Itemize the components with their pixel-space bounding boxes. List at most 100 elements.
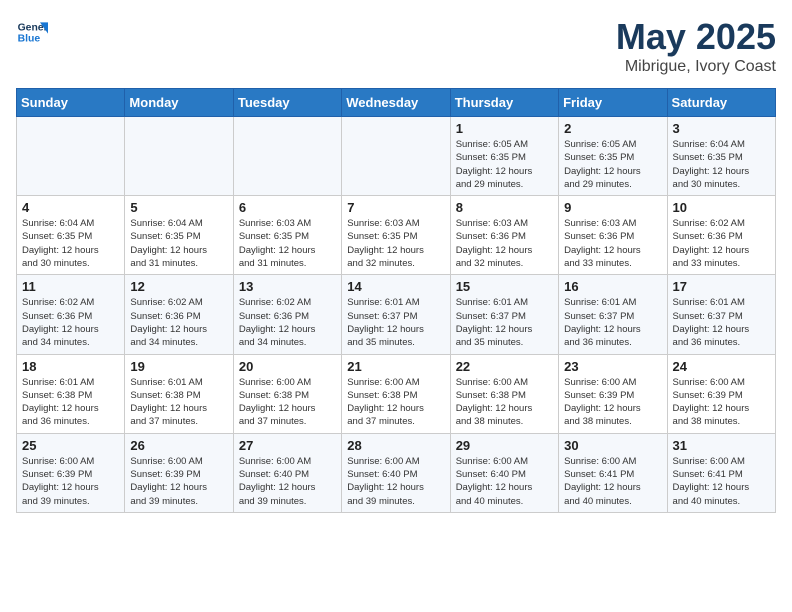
- day-info: Sunrise: 6:00 AM Sunset: 6:38 PM Dayligh…: [456, 376, 553, 429]
- calendar-cell: [342, 117, 450, 196]
- calendar-cell: 11 Sunrise: 6:02 AM Sunset: 6:36 PM Dayli…: [17, 275, 125, 354]
- calendar-cell: 17 Sunrise: 6:01 AM Sunset: 6:37 PM Dayli…: [667, 275, 775, 354]
- calendar-week-3: 11 Sunrise: 6:02 AM Sunset: 6:36 PM Dayli…: [17, 275, 776, 354]
- day-info: Sunrise: 6:02 AM Sunset: 6:36 PM Dayligh…: [22, 296, 119, 349]
- calendar-cell: [17, 117, 125, 196]
- day-number: 20: [239, 359, 336, 374]
- day-info: Sunrise: 6:01 AM Sunset: 6:38 PM Dayligh…: [130, 376, 227, 429]
- day-number: 19: [130, 359, 227, 374]
- calendar-cell: 4 Sunrise: 6:04 AM Sunset: 6:35 PM Daylig…: [17, 196, 125, 275]
- month-title: May 2025: [616, 16, 776, 58]
- day-info: Sunrise: 6:00 AM Sunset: 6:40 PM Dayligh…: [239, 455, 336, 508]
- calendar-week-5: 25 Sunrise: 6:00 AM Sunset: 6:39 PM Dayli…: [17, 433, 776, 512]
- day-info: Sunrise: 6:00 AM Sunset: 6:39 PM Dayligh…: [130, 455, 227, 508]
- weekday-header-monday: Monday: [125, 89, 233, 117]
- calendar-cell: [125, 117, 233, 196]
- weekday-header-wednesday: Wednesday: [342, 89, 450, 117]
- weekday-header-friday: Friday: [559, 89, 667, 117]
- calendar-cell: 1 Sunrise: 6:05 AM Sunset: 6:35 PM Daylig…: [450, 117, 558, 196]
- day-number: 6: [239, 200, 336, 215]
- calendar-cell: 22 Sunrise: 6:00 AM Sunset: 6:38 PM Dayli…: [450, 354, 558, 433]
- day-number: 22: [456, 359, 553, 374]
- day-info: Sunrise: 6:05 AM Sunset: 6:35 PM Dayligh…: [564, 138, 661, 191]
- day-number: 14: [347, 279, 444, 294]
- day-number: 18: [22, 359, 119, 374]
- title-block: May 2025 Mibrigue, Ivory Coast: [616, 16, 776, 76]
- day-number: 1: [456, 121, 553, 136]
- logo-icon: General Blue: [16, 16, 48, 48]
- calendar-cell: 21Sunrise: 6:00 AM Sunset: 6:38 PM Dayli…: [342, 354, 450, 433]
- calendar-cell: 2Sunrise: 6:05 AM Sunset: 6:35 PM Daylig…: [559, 117, 667, 196]
- day-number: 3: [673, 121, 770, 136]
- day-info: Sunrise: 6:05 AM Sunset: 6:35 PM Dayligh…: [456, 138, 553, 191]
- day-number: 13: [239, 279, 336, 294]
- day-info: Sunrise: 6:03 AM Sunset: 6:36 PM Dayligh…: [456, 217, 553, 270]
- calendar-cell: 29Sunrise: 6:00 AM Sunset: 6:40 PM Dayli…: [450, 433, 558, 512]
- calendar-cell: 15Sunrise: 6:01 AM Sunset: 6:37 PM Dayli…: [450, 275, 558, 354]
- day-number: 21: [347, 359, 444, 374]
- calendar-week-1: 1 Sunrise: 6:05 AM Sunset: 6:35 PM Daylig…: [17, 117, 776, 196]
- calendar-cell: 25 Sunrise: 6:00 AM Sunset: 6:39 PM Dayli…: [17, 433, 125, 512]
- day-info: Sunrise: 6:01 AM Sunset: 6:37 PM Dayligh…: [673, 296, 770, 349]
- calendar-cell: 14Sunrise: 6:01 AM Sunset: 6:37 PM Dayli…: [342, 275, 450, 354]
- calendar-week-4: 18 Sunrise: 6:01 AM Sunset: 6:38 PM Dayli…: [17, 354, 776, 433]
- calendar-cell: 18 Sunrise: 6:01 AM Sunset: 6:38 PM Dayli…: [17, 354, 125, 433]
- day-info: Sunrise: 6:04 AM Sunset: 6:35 PM Dayligh…: [22, 217, 119, 270]
- calendar-header-row: SundayMondayTuesdayWednesdayThursdayFrid…: [17, 89, 776, 117]
- calendar-cell: 31Sunrise: 6:00 AM Sunset: 6:41 PM Dayli…: [667, 433, 775, 512]
- day-number: 9: [564, 200, 661, 215]
- day-info: Sunrise: 6:03 AM Sunset: 6:35 PM Dayligh…: [239, 217, 336, 270]
- calendar-cell: 26 Sunrise: 6:00 AM Sunset: 6:39 PM Dayli…: [125, 433, 233, 512]
- logo: General Blue: [16, 16, 48, 48]
- calendar-cell: 9Sunrise: 6:03 AM Sunset: 6:36 PM Daylig…: [559, 196, 667, 275]
- weekday-header-sunday: Sunday: [17, 89, 125, 117]
- calendar-cell: 23 Sunrise: 6:00 AM Sunset: 6:39 PM Dayli…: [559, 354, 667, 433]
- day-info: Sunrise: 6:04 AM Sunset: 6:35 PM Dayligh…: [673, 138, 770, 191]
- day-info: Sunrise: 6:00 AM Sunset: 6:39 PM Dayligh…: [564, 376, 661, 429]
- calendar-cell: 3 Sunrise: 6:04 AM Sunset: 6:35 PM Daylig…: [667, 117, 775, 196]
- day-number: 5: [130, 200, 227, 215]
- day-info: Sunrise: 6:00 AM Sunset: 6:39 PM Dayligh…: [673, 376, 770, 429]
- day-number: 4: [22, 200, 119, 215]
- calendar-cell: 27 Sunrise: 6:00 AM Sunset: 6:40 PM Dayli…: [233, 433, 341, 512]
- day-info: Sunrise: 6:01 AM Sunset: 6:38 PM Dayligh…: [22, 376, 119, 429]
- day-info: Sunrise: 6:02 AM Sunset: 6:36 PM Dayligh…: [239, 296, 336, 349]
- day-number: 28: [347, 438, 444, 453]
- day-info: Sunrise: 6:01 AM Sunset: 6:37 PM Dayligh…: [564, 296, 661, 349]
- day-number: 27: [239, 438, 336, 453]
- calendar-cell: 19 Sunrise: 6:01 AM Sunset: 6:38 PM Dayli…: [125, 354, 233, 433]
- calendar-cell: 20 Sunrise: 6:00 AM Sunset: 6:38 PM Dayli…: [233, 354, 341, 433]
- day-info: Sunrise: 6:02 AM Sunset: 6:36 PM Dayligh…: [130, 296, 227, 349]
- day-number: 11: [22, 279, 119, 294]
- location: Mibrigue, Ivory Coast: [616, 58, 776, 76]
- day-info: Sunrise: 6:00 AM Sunset: 6:40 PM Dayligh…: [347, 455, 444, 508]
- svg-text:Blue: Blue: [18, 34, 41, 45]
- calendar-week-2: 4 Sunrise: 6:04 AM Sunset: 6:35 PM Daylig…: [17, 196, 776, 275]
- calendar-cell: 5Sunrise: 6:04 AM Sunset: 6:35 PM Daylig…: [125, 196, 233, 275]
- day-info: Sunrise: 6:02 AM Sunset: 6:36 PM Dayligh…: [673, 217, 770, 270]
- day-number: 25: [22, 438, 119, 453]
- day-info: Sunrise: 6:00 AM Sunset: 6:40 PM Dayligh…: [456, 455, 553, 508]
- day-number: 7: [347, 200, 444, 215]
- day-number: 15: [456, 279, 553, 294]
- day-number: 8: [456, 200, 553, 215]
- calendar-cell: 30Sunrise: 6:00 AM Sunset: 6:41 PM Dayli…: [559, 433, 667, 512]
- day-number: 17: [673, 279, 770, 294]
- page-header: General Blue May 2025 Mibrigue, Ivory Co…: [16, 16, 776, 76]
- calendar-cell: 10 Sunrise: 6:02 AM Sunset: 6:36 PM Dayli…: [667, 196, 775, 275]
- calendar-cell: 13 Sunrise: 6:02 AM Sunset: 6:36 PM Dayli…: [233, 275, 341, 354]
- day-number: 24: [673, 359, 770, 374]
- day-number: 26: [130, 438, 227, 453]
- calendar-cell: 6 Sunrise: 6:03 AM Sunset: 6:35 PM Daylig…: [233, 196, 341, 275]
- calendar-cell: 12Sunrise: 6:02 AM Sunset: 6:36 PM Dayli…: [125, 275, 233, 354]
- day-info: Sunrise: 6:00 AM Sunset: 6:39 PM Dayligh…: [22, 455, 119, 508]
- day-number: 10: [673, 200, 770, 215]
- day-info: Sunrise: 6:03 AM Sunset: 6:35 PM Dayligh…: [347, 217, 444, 270]
- day-info: Sunrise: 6:00 AM Sunset: 6:41 PM Dayligh…: [673, 455, 770, 508]
- day-info: Sunrise: 6:00 AM Sunset: 6:38 PM Dayligh…: [239, 376, 336, 429]
- calendar-cell: 28 Sunrise: 6:00 AM Sunset: 6:40 PM Dayli…: [342, 433, 450, 512]
- day-number: 16: [564, 279, 661, 294]
- calendar-cell: 24 Sunrise: 6:00 AM Sunset: 6:39 PM Dayli…: [667, 354, 775, 433]
- day-number: 23: [564, 359, 661, 374]
- weekday-header-thursday: Thursday: [450, 89, 558, 117]
